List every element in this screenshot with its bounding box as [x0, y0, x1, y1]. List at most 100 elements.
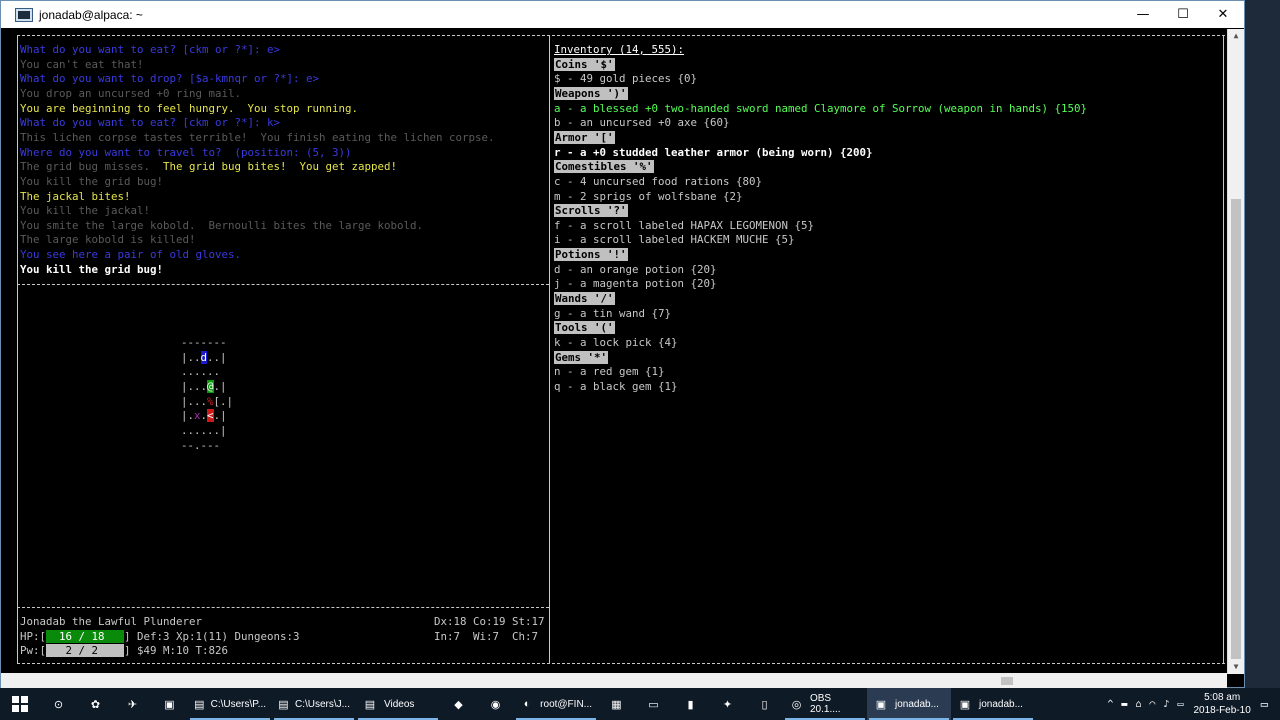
status-attributes: Dx:18 Co:19 St:17 — [434, 615, 545, 628]
horizontal-scrollbar[interactable] — [1, 673, 1227, 689]
scroll-up-arrow-icon[interactable]: ▲ — [1228, 29, 1244, 43]
vertical-scrollbar[interactable]: ▲ ▼ — [1227, 29, 1244, 674]
vertical-border — [549, 35, 550, 663]
message-text: What do you want to eat? [ckm or ?*]: e> — [20, 43, 281, 56]
inventory-text: r - a +0 studded leather armor (being wo… — [554, 145, 873, 159]
inventory-item[interactable]: q - a black gem {1} — [554, 380, 678, 395]
message-line: You see here a pair of old gloves. — [20, 248, 241, 263]
map-glyph: .| — [213, 409, 227, 423]
taskbar-app-button[interactable]: ▣ jonadab... — [867, 688, 951, 720]
inventory-item[interactable]: m - 2 sprigs of wolfsbane {2} — [554, 190, 743, 205]
inventory-category-header: Armor '[' — [554, 130, 615, 146]
inventory-text: c - 4 uncursed food rations {80} — [554, 174, 763, 188]
inventory-item[interactable]: i - a scroll labeled HACKEM MUCHE {5} — [554, 233, 795, 248]
map-row: --.--- — [181, 439, 220, 454]
title-bar[interactable]: jonadab@alpaca: ~ — ☐ ✕ — [1, 1, 1244, 28]
inventory-category-header: Potions '!' — [554, 248, 628, 263]
app-icon-7: ✦ — [722, 698, 733, 711]
taskbar-pinned-button[interactable]: ▦ — [598, 688, 635, 720]
taskbar-app-button[interactable]: ◎ OBS 20.1.... — [783, 688, 867, 720]
window-title: jonadab@alpaca: ~ — [39, 7, 143, 22]
message-text: The large kobold is killed! — [20, 233, 196, 247]
inventory-item[interactable]: a - a blessed +0 two-handed sword named … — [554, 102, 1087, 117]
taskbar-pinned-button[interactable]: ✦ — [709, 688, 746, 720]
scroll-thumb[interactable] — [1231, 199, 1241, 659]
taskbar-pinned-button[interactable]: ◉ — [477, 688, 514, 720]
terminal-screen[interactable]: What do you want to eat? [ckm or ?*]: e>… — [1, 29, 1227, 669]
inventory-item[interactable]: f - a scroll labeled HAPAX LEGOMENON {5} — [554, 219, 814, 234]
terminal-window: jonadab@alpaca: ~ — ☐ ✕ What do you want… — [0, 0, 1245, 689]
message-line: You are beginning to feel hungry. You st… — [20, 102, 358, 117]
close-button[interactable]: ✕ — [1203, 1, 1243, 28]
message-text: The jackal bites! — [20, 189, 131, 203]
horizontal-scroll-thumb[interactable] — [1001, 677, 1013, 685]
tray-icon[interactable]: ◠ — [1149, 699, 1155, 710]
status-line: Pw:[ 2 / 2 ] $49 M:10 T:826 — [20, 644, 228, 659]
message-text: What do you want to eat? [ckm or ?*]: k> — [20, 116, 281, 130]
inventory-item[interactable]: k - a lock pick {4} — [554, 336, 678, 351]
taskbar-pinned-button[interactable]: ▣ — [151, 688, 188, 720]
maximize-button[interactable]: ☐ — [1163, 1, 1203, 28]
inventory-text: $ - 49 gold pieces {0} — [554, 72, 698, 86]
tray-icon[interactable]: ⌂ — [1135, 699, 1141, 710]
map-row: |..d..| — [181, 350, 227, 366]
inventory-category-header: Weapons ')' — [554, 86, 628, 102]
hp-bar: 16 / 18 — [46, 629, 125, 643]
clock[interactable]: 5:08 am 2018-Feb-10 — [1194, 691, 1251, 717]
map-row: ......| — [181, 424, 227, 439]
map-glyph: |... — [181, 394, 208, 408]
message-line: You kill the jackal! — [20, 204, 150, 219]
inventory-text: d - an orange potion {20} — [554, 262, 717, 276]
inventory-text: Tools '(' — [554, 321, 615, 335]
taskbar-pinned-button[interactable]: ⊙ — [40, 688, 77, 720]
inventory-title: Inventory (14, 555): — [554, 43, 685, 56]
notification-icon[interactable]: ▭ — [1261, 697, 1268, 711]
message-line: You can't eat that! — [20, 58, 144, 73]
start-button[interactable] — [0, 688, 40, 720]
taskbar-pinned-button[interactable]: ✈ — [114, 688, 151, 720]
taskbar-pinned-button[interactable]: ▮ — [672, 688, 709, 720]
taskbar-app-label: Videos — [384, 698, 415, 710]
map-glyph: ......| — [181, 423, 227, 437]
inventory-text: Scrolls '?' — [554, 204, 628, 218]
map-row: |...@.| — [181, 379, 227, 395]
tray-icon[interactable]: ^ — [1107, 699, 1113, 710]
taskbar-app-button[interactable]: ▤ Videos — [356, 688, 440, 720]
taskbar-app-label: jonadab... — [979, 698, 1023, 710]
scroll-down-arrow-icon[interactable]: ▼ — [1228, 660, 1244, 674]
map-glyph: ..| — [207, 350, 227, 364]
inventory-text: q - a black gem {1} — [554, 379, 678, 393]
taskbar-pinned-button[interactable]: ▭ — [635, 688, 672, 720]
inventory-item[interactable]: $ - 49 gold pieces {0} — [554, 72, 697, 87]
inventory-item[interactable]: c - 4 uncursed food rations {80} — [554, 175, 762, 190]
taskbar-pinned-button[interactable]: ▯ — [746, 688, 783, 720]
inventory-item[interactable]: n - a red gem {1} — [554, 365, 665, 380]
taskbar-pinned-button[interactable]: ◆ — [440, 688, 477, 720]
inventory-item[interactable]: j - a magenta potion {20} — [554, 277, 717, 292]
map-glyph: .| — [213, 379, 227, 393]
inventory-item[interactable]: d - an orange potion {20} — [554, 263, 717, 278]
map-glyph: ------- — [181, 336, 227, 349]
terminal-icon — [15, 7, 33, 22]
pw-bar: 2 / 2 — [46, 644, 125, 658]
taskbar-app-button[interactable]: ▤ C:\Users\P... — [188, 688, 272, 720]
taskbar-app-button[interactable]: ◐ root@FIN... — [514, 688, 598, 720]
ubuntu-icon: ◐ — [523, 698, 531, 710]
minimize-button[interactable]: — — [1123, 1, 1163, 28]
inventory-item[interactable]: r - a +0 studded leather armor (being wo… — [554, 146, 873, 161]
clock-date: 2018-Feb-10 — [1193, 705, 1251, 716]
taskbar-app-button[interactable]: ▤ C:\Users\J... — [272, 688, 356, 720]
tray-icon[interactable]: ▭ — [1177, 699, 1183, 710]
map-glyph: ...... — [181, 365, 221, 379]
inventory-item[interactable]: b - an uncursed +0 axe {60} — [554, 116, 730, 131]
inventory-item[interactable]: g - a tin wand {7} — [554, 307, 671, 322]
tray-icon[interactable]: ♪ — [1163, 699, 1169, 710]
taskbar-pinned-button[interactable]: ✿ — [77, 688, 114, 720]
taskbar-app-button[interactable]: ▣ jonadab... — [951, 688, 1035, 720]
tray-icon[interactable]: ▬ — [1121, 699, 1127, 710]
app-icon-2: ✈ — [127, 698, 138, 711]
message-text: You kill the grid bug! — [20, 262, 164, 276]
folder-icon: ▤ — [194, 698, 205, 711]
map-glyph: |... — [181, 379, 208, 393]
character-name: Jonadab the Lawful Plunderer — [20, 615, 203, 628]
